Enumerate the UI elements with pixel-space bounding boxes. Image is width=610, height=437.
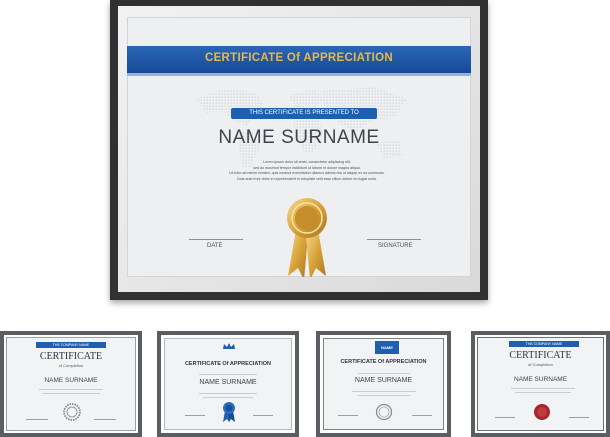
date-label: DATE (207, 243, 223, 249)
mini-certificate-3: NAME CERTIFICATE Of APPRECIATION NAME SU… (316, 331, 451, 437)
mini-subtitle: of Completion (528, 362, 553, 367)
mini-name: NAME SURNAME (44, 377, 98, 384)
badge-label: NAME (381, 345, 393, 350)
date-line (338, 415, 358, 416)
certificate-paper: CERTIFICATE Of APPRECIATION THIS CERTIFI… (127, 17, 471, 277)
body-text: Lorem ipsum dolor sit amet, consectetur … (217, 160, 397, 182)
company-name: THE COMPANY NAME (525, 342, 563, 346)
date-line (495, 417, 515, 418)
date-line (185, 415, 205, 416)
silver-seal-icon (375, 403, 393, 421)
banner-stripe (127, 73, 471, 76)
mini-certificate-1: THE COMPANY NAME CERTIFICATE of Completi… (0, 331, 142, 437)
mini-certificate-2: CERTIFICATE Of APPRECIATION NAME SURNAME (157, 331, 299, 437)
date-line (189, 239, 243, 240)
mini-name: NAME SURNAME (354, 377, 413, 384)
red-wax-seal-icon (534, 404, 550, 420)
body-line (39, 389, 103, 390)
mini-certificate-4: THE COMPANY NAME CERTIFICATE of Completi… (471, 331, 610, 437)
recipient-name: NAME SURNAME (218, 127, 380, 148)
mini-name: NAME SURNAME (199, 379, 257, 386)
certificate-title: CERTIFICATE Of APPRECIATION (204, 52, 394, 64)
presented-to-ribbon: THIS CERTIFICATE IS PRESENTED TO (231, 108, 377, 119)
silver-seal-icon (63, 403, 81, 421)
company-ribbon: THE COMPANY NAME (509, 341, 579, 347)
body-line (199, 374, 257, 375)
mini-name: NAME SURNAME (513, 376, 568, 383)
signature-line (253, 415, 273, 416)
signature-line (412, 415, 432, 416)
mini-paper: THE COMPANY NAME CERTIFICATE of Completi… (4, 335, 138, 433)
mini-title: CERTIFICATE Of APPRECIATION (340, 359, 427, 365)
signature-label: SIGNATURE (378, 243, 413, 249)
mini-title: CERTIFICATE (39, 351, 103, 362)
date-line (26, 419, 48, 420)
gold-seal-icon (287, 198, 327, 277)
body-line (203, 397, 253, 398)
signature-line (367, 239, 421, 240)
signature-line (569, 417, 589, 418)
title-banner: CERTIFICATE Of APPRECIATION (127, 46, 471, 76)
company-name: THE COMPANY NAME (52, 343, 90, 347)
main-certificate-frame: CERTIFICATE Of APPRECIATION THIS CERTIFI… (110, 0, 488, 300)
body-line (42, 393, 100, 394)
body-line (352, 391, 416, 392)
mini-paper: NAME CERTIFICATE Of APPRECIATION NAME SU… (320, 335, 447, 433)
body-line: Duis aute irure dolor in reprehenderit i… (237, 176, 377, 181)
signature-line (94, 419, 116, 420)
blue-rosette-icon (223, 402, 235, 422)
body-line (515, 392, 571, 393)
body-line: Ut enim ad minim veniam, quis nostrud ex… (229, 171, 385, 175)
company-ribbon: THE COMPANY NAME (36, 342, 106, 348)
body-line (358, 373, 410, 374)
mini-subtitle: of Completion (58, 363, 84, 368)
body-line (358, 395, 410, 396)
mini-title: CERTIFICATE (509, 350, 572, 361)
crown-icon (223, 343, 235, 349)
body-line (511, 388, 575, 389)
mini-paper: THE COMPANY NAME CERTIFICATE of Completi… (475, 335, 606, 433)
frame-mat: CERTIFICATE Of APPRECIATION THIS CERTIFI… (118, 6, 480, 292)
top-badge: NAME (375, 341, 399, 354)
mini-paper: CERTIFICATE Of APPRECIATION NAME SURNAME (161, 335, 295, 433)
body-line (199, 393, 257, 394)
mini-title: CERTIFICATE Of APPRECIATION (184, 361, 272, 367)
